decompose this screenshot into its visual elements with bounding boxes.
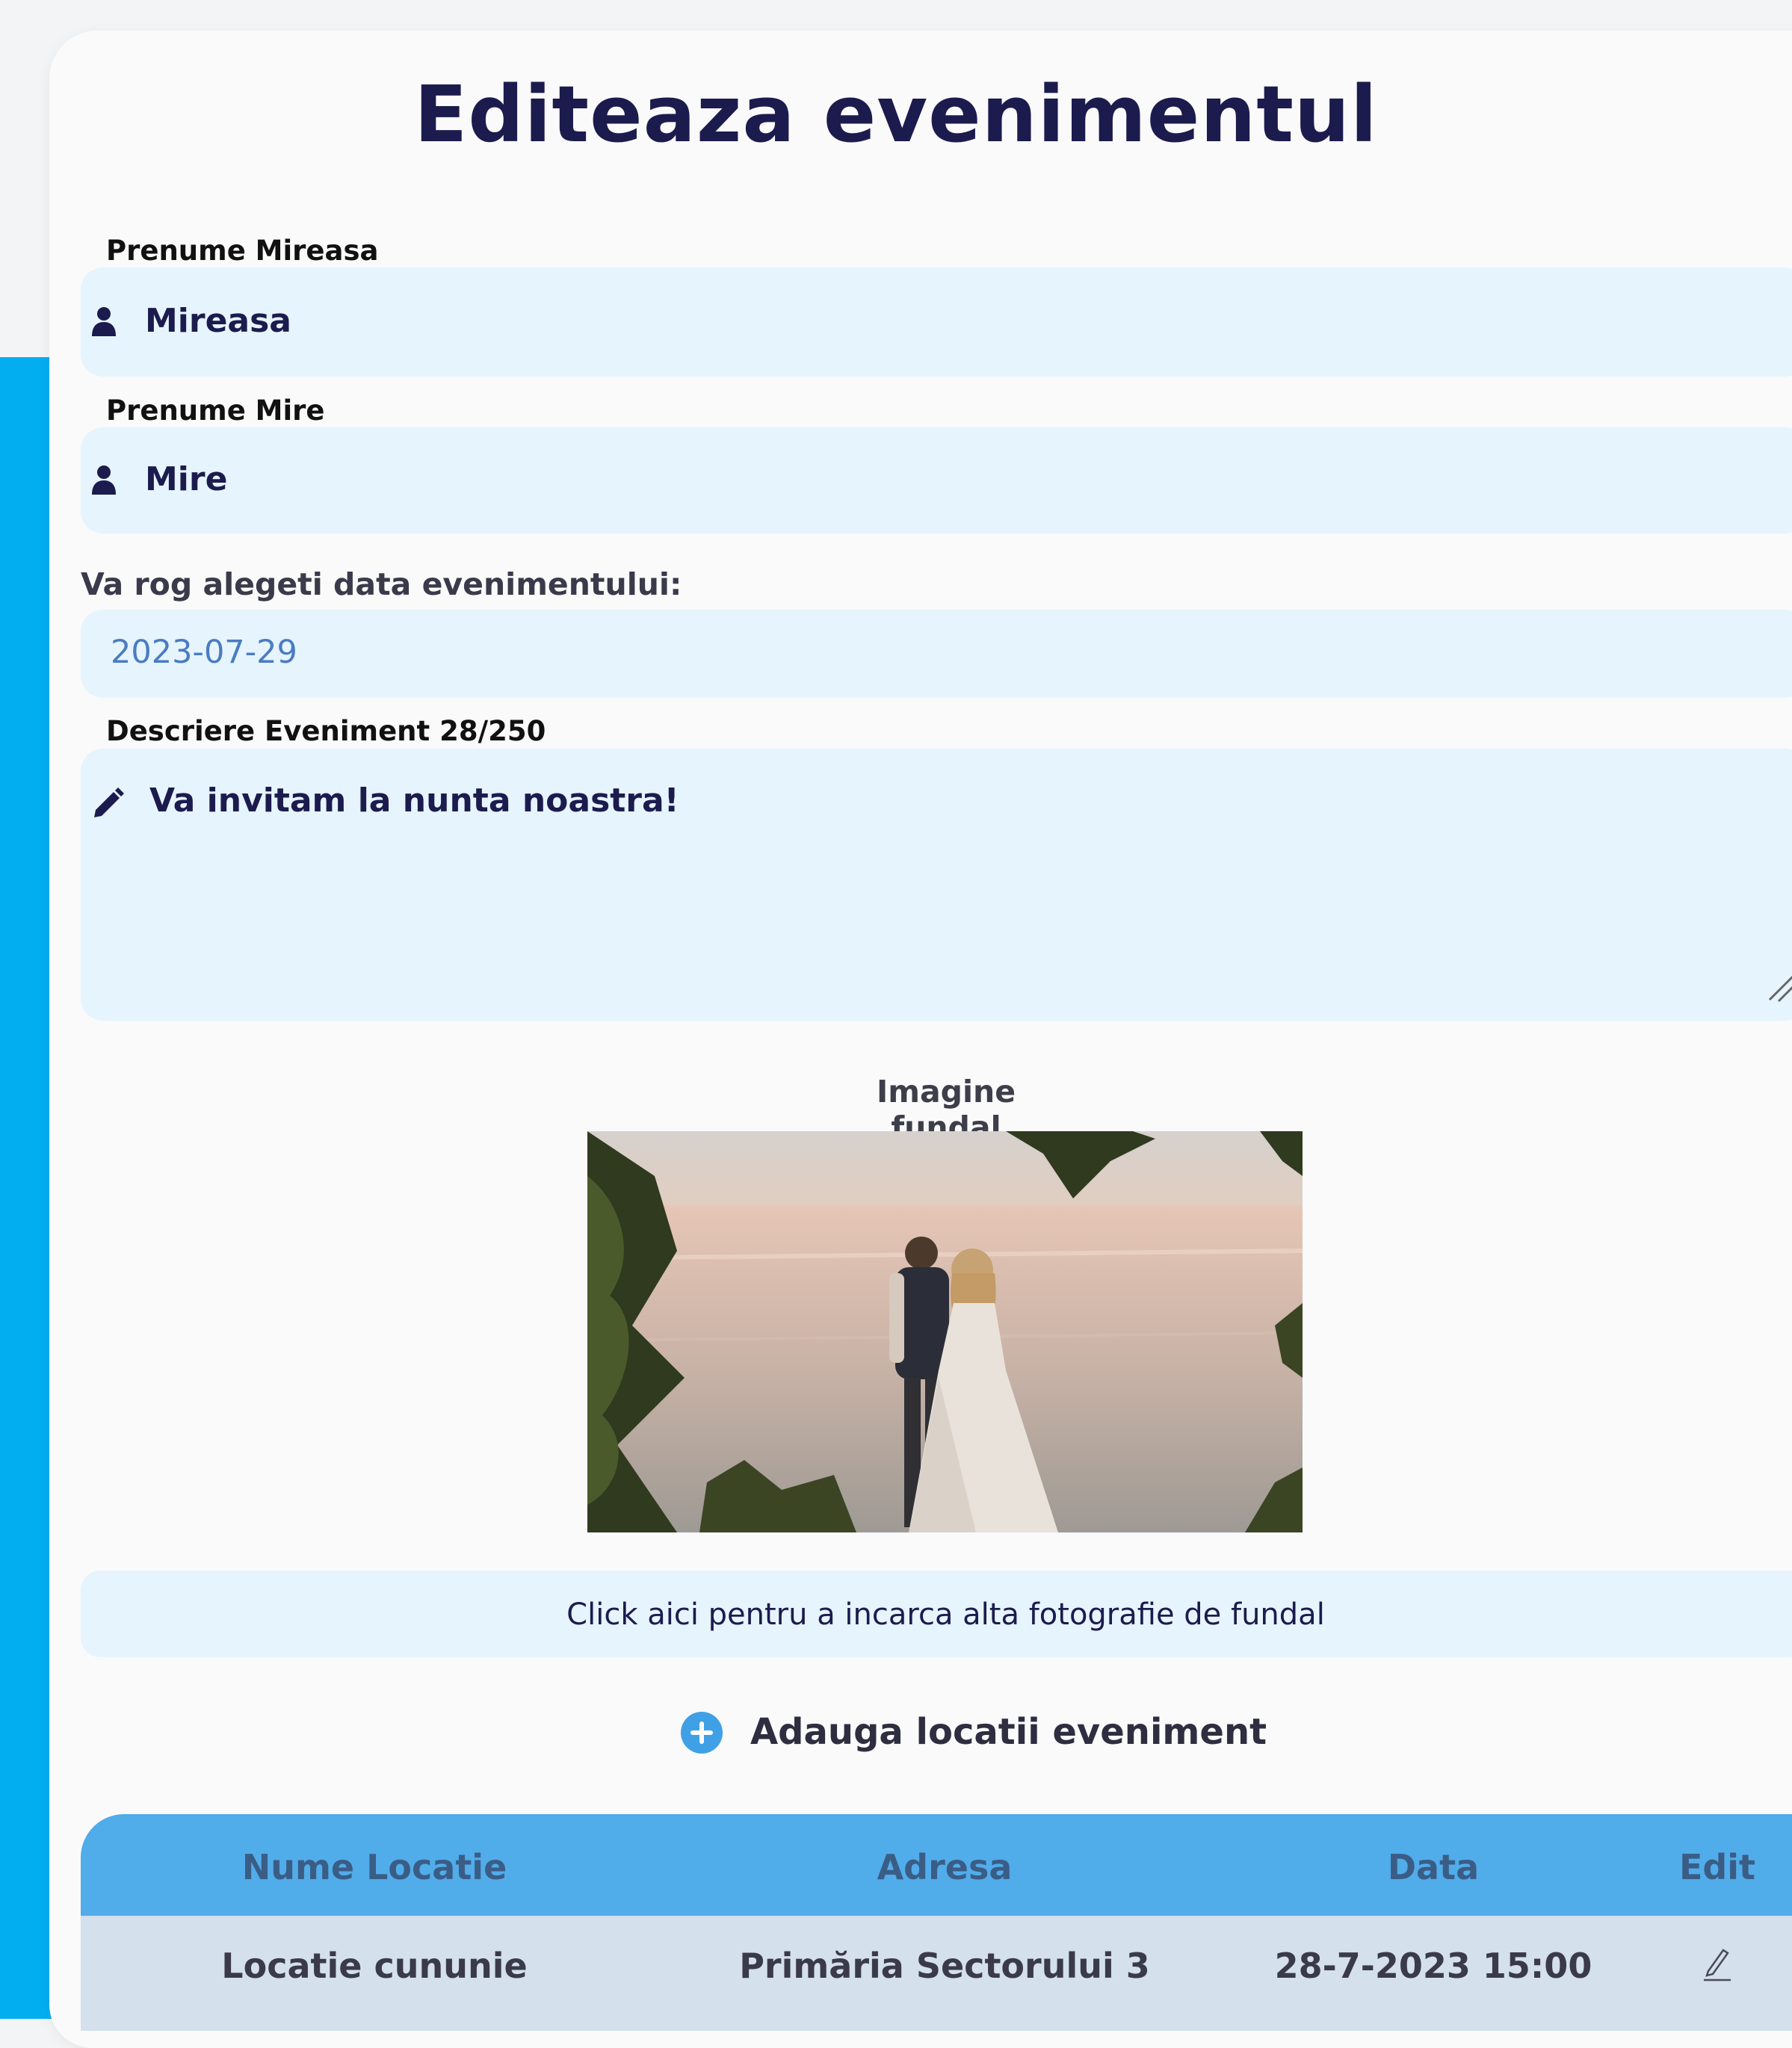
page-title: Editeaza evenimentul bbox=[414, 69, 1378, 160]
event-date-input[interactable] bbox=[81, 610, 1792, 698]
groom-name-field[interactable]: Mire bbox=[81, 427, 1792, 533]
bride-name-label: Prenume Mireasa bbox=[106, 235, 379, 267]
description-textarea[interactable]: Va invitam la nunta noastra! bbox=[81, 749, 1792, 1021]
location-address-cell: Primăria Sectorului 3 bbox=[739, 1946, 1150, 1986]
location-name-cell: Locatie cununie bbox=[221, 1946, 528, 1986]
groom-name-value: Mire bbox=[145, 460, 228, 498]
location-date-cell: 28-7-2023 15:00 bbox=[1274, 1946, 1592, 1986]
user-icon bbox=[91, 306, 117, 339]
table-header: Nume Locatie Adresa Data Edit bbox=[81, 1814, 1792, 1916]
event-date-label: Va rog alegeti data evenimentului: bbox=[81, 566, 682, 602]
description-value: Va invitam la nunta noastra! bbox=[149, 782, 679, 820]
edit-pen-icon bbox=[1701, 1949, 1734, 1991]
locations-table: Nume Locatie Adresa Data Edit Locatie cu… bbox=[81, 1814, 1792, 2031]
user-icon bbox=[91, 465, 117, 498]
groom-name-label: Prenume Mire bbox=[106, 395, 325, 427]
column-header-edit: Edit bbox=[1678, 1847, 1756, 1887]
plus-circle-icon bbox=[680, 1711, 723, 1757]
upload-background-label: Click aici pentru a incarca alta fotogra… bbox=[566, 1597, 1325, 1632]
add-locations-label: Adauga locatii eveniment bbox=[750, 1711, 1267, 1753]
edit-location-button[interactable] bbox=[1643, 1946, 1792, 1991]
bride-name-field[interactable]: Mireasa bbox=[81, 267, 1792, 377]
add-locations-button[interactable]: Adauga locatii eveniment bbox=[680, 1708, 1267, 1757]
table-row: Locatie cununie Primăria Sectorului 3 28… bbox=[81, 1916, 1792, 2031]
column-header-name: Nume Locatie bbox=[241, 1847, 507, 1887]
event-date-value: 2023-07-29 bbox=[111, 634, 297, 671]
resize-handle-icon[interactable] bbox=[1767, 973, 1792, 1006]
pencil-icon bbox=[91, 786, 126, 823]
column-header-address: Adresa bbox=[877, 1847, 1013, 1887]
column-header-date: Data bbox=[1387, 1847, 1480, 1887]
background-image-preview bbox=[587, 1131, 1303, 1532]
description-label: Descriere Eveniment 28/250 bbox=[106, 715, 546, 747]
upload-background-button[interactable]: Click aici pentru a incarca alta fotogra… bbox=[81, 1571, 1792, 1657]
bride-name-value: Mireasa bbox=[145, 302, 291, 340]
